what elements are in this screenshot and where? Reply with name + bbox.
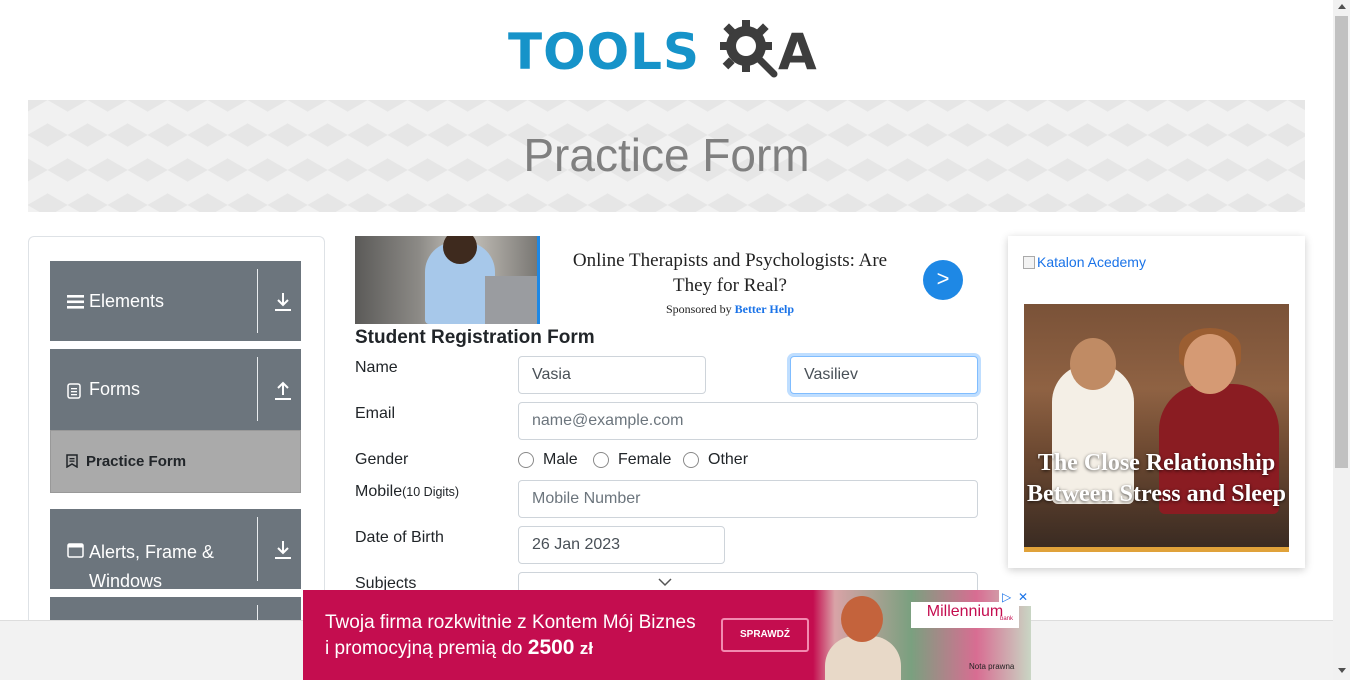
katalon-alt-text[interactable]: Katalon Acedemy: [1037, 254, 1146, 270]
ad-sponsor-name[interactable]: Better Help: [735, 302, 794, 316]
divider: [257, 357, 258, 421]
mobile-label: Mobile(10 Digits): [355, 483, 459, 501]
radio-label[interactable]: Female: [618, 451, 671, 469]
ad-bottom-line1: Twoja firma rozkwitnie z Kontem Mój Bizn…: [325, 612, 696, 633]
ad-right[interactable]: Katalon Acedemy The Close Relationship B…: [1008, 236, 1305, 568]
sidebar-group-label: Alerts, Frame & Windows: [89, 542, 215, 591]
ad-right-artwork[interactable]: The Close Relationship Between Stress an…: [1024, 304, 1289, 552]
hamburger-icon: [67, 295, 84, 309]
divider: [257, 517, 258, 581]
divider: [257, 269, 258, 333]
ad-bottom-person-head: [841, 596, 883, 642]
vertical-scrollbar[interactable]: [1333, 0, 1350, 680]
page-banner: Practice Form: [28, 100, 1305, 212]
ad-photo: [355, 236, 540, 324]
radio-circle[interactable]: [683, 452, 699, 468]
brand-name: Millennium: [926, 603, 1004, 620]
email-input[interactable]: name@example.com: [518, 402, 978, 440]
katalon-broken-image[interactable]: Katalon Acedemy: [1023, 254, 1146, 270]
logo-tools-text: TOOLS: [508, 23, 700, 81]
radio-label[interactable]: Male: [543, 451, 578, 469]
sidebar-group-label: Elements: [89, 291, 165, 311]
email-label: Email: [355, 405, 396, 422]
sidebar-group-elements[interactable]: Elements: [50, 261, 301, 341]
scrollbar-thumb[interactable]: [1335, 16, 1348, 468]
broken-image-icon: [1023, 256, 1035, 269]
gear-icon: [720, 20, 778, 78]
ad-right-headline: The Close Relationship Between Stress an…: [1027, 450, 1286, 507]
ad-person-1-head: [1070, 338, 1116, 390]
gender-label: Gender: [355, 451, 409, 468]
ad-bottom-text: Twoja firma rozkwitnie z Kontem Mój Bizn…: [325, 610, 696, 661]
dob-label: Date of Birth: [355, 529, 444, 546]
page: TOOLS A Practice Form Elements Forms Pra…: [0, 0, 1350, 680]
mobile-label-text: Mobile: [355, 483, 403, 500]
ad-laptop: [485, 276, 537, 324]
toolsqa-logo[interactable]: TOOLS A: [506, 16, 832, 92]
ad-go-button[interactable]: >: [923, 260, 963, 300]
ad-person-2-head: [1184, 334, 1236, 394]
mobile-input[interactable]: Mobile Number: [518, 480, 978, 518]
window-icon: [67, 543, 84, 558]
sidebar-item-label: Practice Form: [86, 453, 187, 470]
ad-bottom-line2-prefix: i promocyjną premią do: [325, 638, 523, 659]
ad-bottom[interactable]: Twoja firma rozkwitnie z Kontem Mój Bizn…: [303, 590, 1031, 680]
mobile-hint: (10 Digits): [402, 485, 460, 499]
download-arrow-icon[interactable]: [274, 292, 292, 312]
radio-circle[interactable]: [518, 452, 534, 468]
sidebar-group-forms[interactable]: Forms: [50, 349, 301, 430]
page-title: Practice Form: [523, 129, 810, 181]
download-arrow-icon[interactable]: [274, 540, 292, 560]
name-label: Name: [355, 359, 398, 376]
ad-bottom-currency: zł: [579, 639, 593, 658]
upload-arrow-icon[interactable]: [274, 381, 292, 401]
chevron-down-icon[interactable]: [657, 577, 673, 587]
dob-input[interactable]: 26 Jan 2023: [518, 526, 725, 564]
sidebar-group-label: Forms: [89, 379, 140, 399]
document-icon: [67, 383, 81, 399]
ad-sponsor-prefix: Sponsored by: [665, 302, 732, 316]
close-icon[interactable]: ✕: [1018, 590, 1028, 604]
form-icon: [66, 454, 78, 468]
ad-close-area[interactable]: ▷ ✕: [999, 590, 1031, 606]
radio-label[interactable]: Other: [708, 451, 748, 469]
logo-a-text: A: [778, 23, 817, 81]
ad-bottom-person-body: [825, 636, 901, 680]
sidebar-item-practice-form[interactable]: Practice Form: [50, 430, 301, 493]
ad-bottom-amount: 2500: [527, 636, 575, 659]
ad-headline[interactable]: Online Therapists and Psychologists: Are…: [555, 248, 905, 298]
brand-sub: bank: [999, 616, 1013, 622]
ad-sponsor: Sponsored by Better Help: [555, 302, 905, 317]
scroll-down-icon[interactable]: [1338, 668, 1346, 673]
sidebar: Elements Forms Practice Form Alerts, Fra…: [28, 236, 325, 636]
radio-circle[interactable]: [593, 452, 609, 468]
sidebar-group-alerts[interactable]: Alerts, Frame & Windows: [50, 509, 301, 591]
first-name-input[interactable]: Vasia: [518, 356, 706, 394]
ad-legal-note[interactable]: Nota prawna: [969, 662, 1014, 671]
ad-bottom-cta-button[interactable]: SPRAWDŹ: [721, 618, 809, 652]
form-title: Student Registration Form: [355, 327, 595, 348]
last-name-input[interactable]: Vasiliev: [790, 356, 978, 394]
ad-top[interactable]: Online Therapists and Psychologists: Are…: [355, 236, 980, 324]
adchoices-icon[interactable]: ▷: [1002, 590, 1011, 604]
scroll-up-icon[interactable]: [1338, 4, 1346, 9]
